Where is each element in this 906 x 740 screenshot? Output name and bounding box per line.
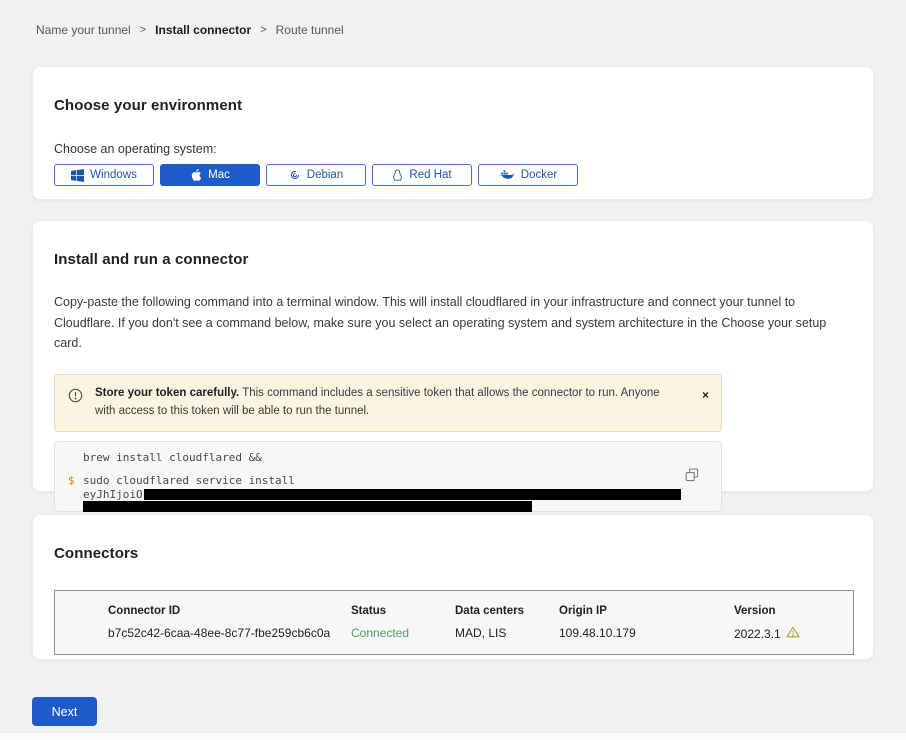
next-button[interactable]: Next xyxy=(32,697,97,726)
os-button-windows[interactable]: Windows xyxy=(54,164,154,186)
connector-id-cell: b7c52c42-6caa-48ee-8c77-fbe259cb6c0a xyxy=(108,626,351,641)
environment-card-title: Choose your environment xyxy=(54,97,852,114)
page-bottom-strip xyxy=(0,733,906,740)
column-header-connector-id: Connector ID xyxy=(108,605,351,617)
os-button-label: Mac xyxy=(208,169,230,181)
shell-prompt: $ xyxy=(68,474,75,487)
os-button-label: Windows xyxy=(90,169,137,181)
connectors-table: Connector ID Status Data centers Origin … xyxy=(54,590,854,655)
redhat-linux-icon xyxy=(392,169,403,182)
environment-card: Choose your environment Choose an operat… xyxy=(32,66,874,200)
breadcrumb-separator: > xyxy=(140,24,146,36)
os-button-docker[interactable]: Docker xyxy=(478,164,578,186)
origin-ip-cell: 109.48.10.179 xyxy=(559,626,734,641)
column-header-origin-ip: Origin IP xyxy=(559,605,734,617)
token-warning-banner: Store your token carefully. This command… xyxy=(54,374,722,432)
table-row: b7c52c42-6caa-48ee-8c77-fbe259cb6c0a Con… xyxy=(108,626,853,641)
data-centers-cell: MAD, LIS xyxy=(455,626,559,641)
column-header-data-centers: Data centers xyxy=(455,605,559,617)
token-line: eyJhIjoiO xyxy=(83,488,681,501)
command-line-2: $ sudo cloudflared service install xyxy=(83,474,681,487)
token-warning-title: Store your token carefully. xyxy=(95,387,239,399)
column-header-version: Version xyxy=(734,605,853,617)
install-description: Copy-paste the following command into a … xyxy=(54,292,852,354)
status-badge: Connected xyxy=(351,626,455,641)
copy-icon[interactable] xyxy=(685,468,699,485)
breadcrumb-install-connector[interactable]: Install connector xyxy=(155,23,251,37)
windows-icon xyxy=(71,169,84,182)
command-line-1: brew install cloudflared && xyxy=(83,451,681,464)
breadcrumb-separator: > xyxy=(260,24,266,36)
docker-icon xyxy=(499,169,515,181)
connectors-card-title: Connectors xyxy=(54,545,852,562)
os-button-mac[interactable]: Mac xyxy=(160,164,260,186)
install-card-title: Install and run a connector xyxy=(54,251,852,268)
apple-icon xyxy=(190,168,202,182)
os-button-label: Docker xyxy=(521,169,557,181)
install-card: Install and run a connector Copy-paste t… xyxy=(32,220,874,492)
install-command-block: brew install cloudflared && $ sudo cloud… xyxy=(54,441,722,512)
version-value: 2022.3.1 xyxy=(734,627,781,641)
debian-icon xyxy=(289,169,301,181)
connectors-table-header: Connector ID Status Data centers Origin … xyxy=(108,605,853,617)
alert-circle-icon xyxy=(68,388,83,408)
close-icon[interactable]: × xyxy=(702,389,709,401)
version-cell: 2022.3.1 xyxy=(734,626,853,641)
os-button-label: Red Hat xyxy=(409,169,451,181)
os-button-debian[interactable]: Debian xyxy=(266,164,366,186)
os-select-label: Choose an operating system: xyxy=(54,142,852,156)
connectors-card: Connectors Connector ID Status Data cent… xyxy=(32,514,874,660)
breadcrumb-name-your-tunnel[interactable]: Name your tunnel xyxy=(36,23,131,37)
column-header-status: Status xyxy=(351,605,455,617)
os-button-redhat[interactable]: Red Hat xyxy=(372,164,472,186)
token-prefix: eyJhIjoiO xyxy=(83,488,143,501)
command-text: sudo cloudflared service install xyxy=(83,474,295,487)
os-button-group: Windows Mac Debian Red Hat xyxy=(54,164,852,186)
breadcrumb: Name your tunnel > Install connector > R… xyxy=(36,23,344,37)
redacted-token-bar xyxy=(83,501,532,512)
tunnel-setup-page: Name your tunnel > Install connector > R… xyxy=(0,0,906,740)
warning-triangle-icon xyxy=(786,626,800,641)
breadcrumb-route-tunnel[interactable]: Route tunnel xyxy=(276,23,344,37)
redacted-token-bar xyxy=(144,489,681,500)
token-warning-text: Store your token carefully. This command… xyxy=(95,385,677,421)
os-button-label: Debian xyxy=(307,169,343,181)
